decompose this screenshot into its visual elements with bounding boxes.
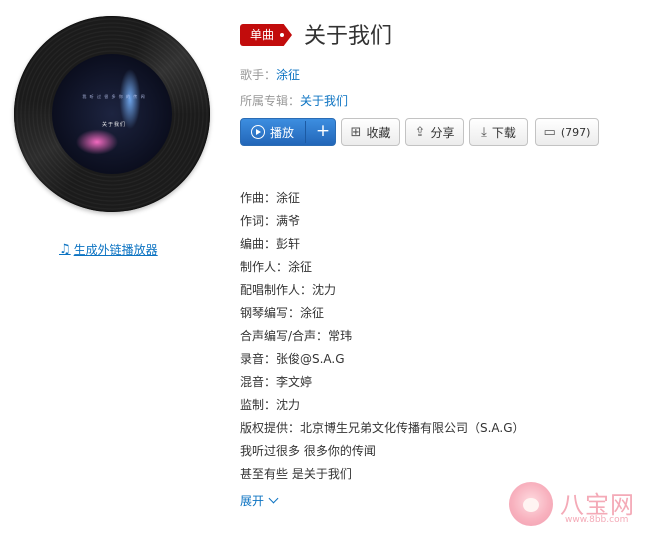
song-title: 关于我们 [304, 24, 393, 49]
play-icon [251, 125, 265, 139]
album-cover: 我 听 过 很 多 你 的 传 闻 关于我们 [52, 54, 172, 174]
lyric-line: 混音：李文婷 [240, 375, 313, 389]
lyric-line: 我听过很多 很多你的传闻 [240, 444, 376, 458]
single-badge: 单曲 [240, 24, 292, 46]
comment-icon: ▭ [543, 124, 556, 140]
share-icon: ⇪ [414, 124, 426, 140]
download-label: 下载 [491, 125, 516, 140]
music-note-icon: ♫ [59, 242, 71, 257]
download-button[interactable]: ⤓ 下载 [469, 118, 528, 146]
watermark-url: www.8bb.com [565, 515, 629, 525]
lyric-line: 制作人：涂征 [240, 260, 313, 274]
share-button[interactable]: ⇪ 分享 [405, 118, 464, 146]
album-label: 所属专辑： [240, 94, 301, 108]
album-row: 所属专辑：关于我们 [240, 92, 348, 109]
badge-label: 单曲 [250, 28, 275, 42]
comment-count: (797) [560, 125, 591, 139]
chevron-down-icon [268, 493, 279, 504]
share-label: 分享 [430, 125, 455, 140]
lyric-line: 合声编写/合声：常玮 [240, 329, 353, 343]
watermark-logo [509, 482, 553, 526]
lyric-line: 录音：张俊@S.A.G [240, 352, 345, 366]
lyric-line: 作词：满爷 [240, 214, 301, 228]
cover-title: 关于我们 [101, 122, 126, 128]
lyric-line: 配唱制作人：沈力 [240, 283, 337, 297]
cover-text: 我 听 过 很 多 你 的 传 闻 [82, 94, 146, 99]
lyric-line: 监制：沈力 [240, 398, 301, 412]
expand-lyrics-link[interactable]: 展开 [240, 492, 279, 509]
lyric-line: 版权提供：北京博生兄弟文化传播有限公司（S.A.G） [240, 421, 525, 435]
collect-label: 收藏 [366, 125, 391, 140]
comment-button[interactable]: ▭ (797) [535, 118, 599, 146]
expand-label: 展开 [240, 494, 265, 508]
lyric-line: 钢琴编写：涂征 [240, 306, 325, 320]
album-link[interactable]: 关于我们 [300, 94, 348, 108]
collect-icon: ⊞ [350, 124, 362, 140]
singer-link[interactable]: 涂征 [276, 68, 300, 82]
outer-player-link[interactable]: ♫ 生成外链播放器 [59, 241, 158, 258]
album-disc: 我 听 过 很 多 你 的 传 闻 关于我们 [14, 16, 210, 212]
play-label: 播放 [270, 125, 295, 140]
singer-row: 歌手：涂征 [240, 66, 300, 83]
collect-button[interactable]: ⊞ 收藏 [341, 118, 400, 146]
lyric-line: 甚至有些 是关于我们 [240, 467, 352, 481]
add-to-playlist-button[interactable]: + [311, 118, 335, 146]
lyric-line: 作曲：涂征 [240, 191, 301, 205]
download-icon: ⤓ [481, 124, 487, 140]
lyric-line: 编曲：彭轩 [240, 237, 301, 251]
outer-player-label: 生成外链播放器 [73, 243, 158, 257]
singer-label: 歌手： [240, 68, 277, 82]
